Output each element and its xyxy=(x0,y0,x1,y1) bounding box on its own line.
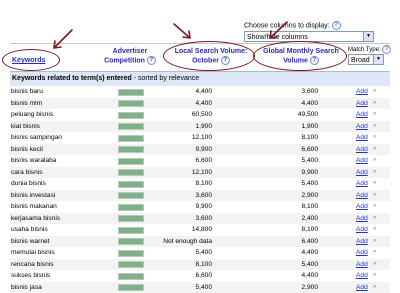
annotation-arrows xyxy=(0,0,400,284)
competition-bar xyxy=(118,284,144,291)
annotation-arrow-keywords xyxy=(54,30,72,48)
competition-bar-fill xyxy=(119,285,143,290)
annotation-arrow-local xyxy=(174,24,190,38)
annotation-arrow-global xyxy=(270,22,287,38)
